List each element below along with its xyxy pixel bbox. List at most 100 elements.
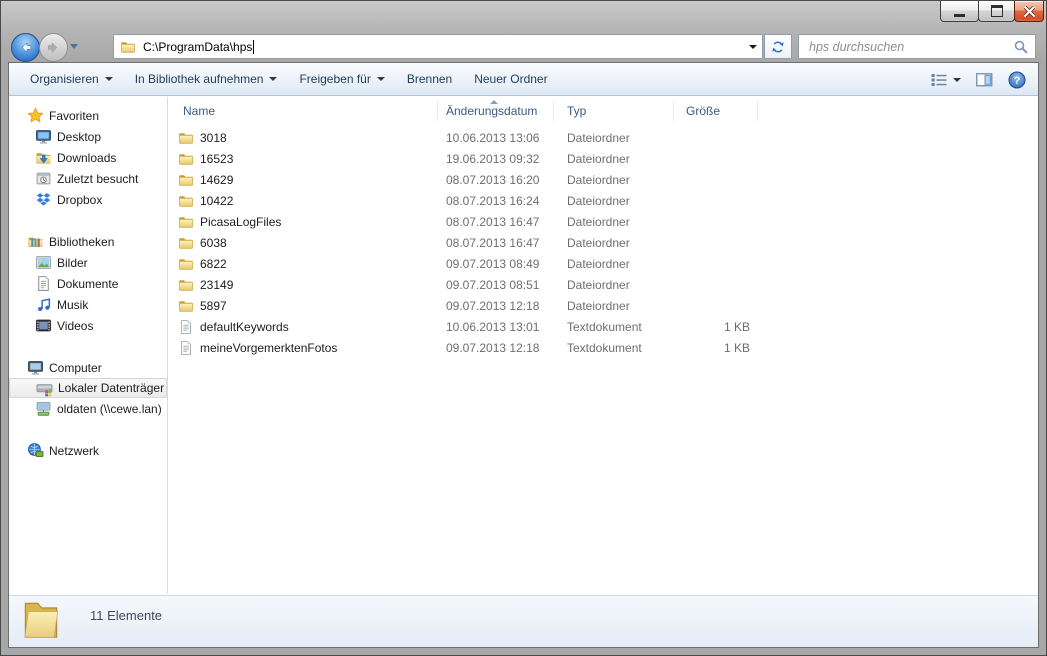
column-resize-handle[interactable] (553, 101, 554, 121)
minimize-button[interactable] (940, 1, 979, 22)
file-row[interactable]: defaultKeywords 10.06.2013 13:01 Textdok… (168, 316, 1038, 337)
recent-pages-chevron[interactable] (70, 44, 78, 49)
file-row[interactable]: 16523 19.06.2013 09:32 Dateiordner (168, 148, 1038, 169)
file-name: 10422 (200, 193, 234, 208)
libraries-icon (27, 233, 44, 250)
file-type: Dateiordner (567, 277, 630, 292)
file-name: 16523 (200, 151, 234, 166)
sidebar-section: Favoriten Desktop Downloads Zuletzt besu… (9, 105, 167, 210)
file-date-modified: 10.06.2013 13:06 (446, 130, 540, 145)
folder-icon (178, 214, 194, 230)
help-button[interactable]: ? (1008, 71, 1026, 89)
toolbar-item-label: Brennen (406, 72, 453, 86)
sidebar-label: Dokumente (57, 276, 119, 291)
sidebar-section-header[interactable]: Computer (9, 357, 167, 378)
folder-icon (178, 256, 194, 272)
sidebar-item[interactable]: Zuletzt besucht (9, 168, 167, 189)
browser-pane: Favoriten Desktop Downloads Zuletzt besu… (9, 97, 1038, 594)
file-row[interactable]: 14629 08.07.2013 16:20 Dateiordner (168, 169, 1038, 190)
address-dropdown-button[interactable] (744, 35, 762, 58)
sidebar-label: Downloads (57, 150, 117, 165)
title-bar[interactable] (1, 1, 1046, 29)
sidebar-item[interactable]: Dropbox (9, 189, 167, 210)
folder-icon (178, 151, 194, 167)
file-name: defaultKeywords (200, 319, 289, 334)
file-type: Textdokument (567, 340, 642, 355)
column-header[interactable]: Größe (686, 97, 754, 125)
recent-places-icon (35, 170, 52, 187)
toolbar-item[interactable]: Neuer Ordner (463, 67, 558, 91)
sidebar-item[interactable]: Downloads (9, 147, 167, 168)
sidebar-item[interactable]: Bilder (9, 252, 167, 273)
file-row[interactable]: 3018 10.06.2013 13:06 Dateiordner (168, 127, 1038, 148)
file-row[interactable]: 6038 08.07.2013 16:47 Dateiordner (168, 232, 1038, 253)
address-path: C:\ProgramData\hps (143, 39, 253, 54)
file-size: 1 KB (723, 340, 750, 355)
command-bar: Organisieren In Bibliothek aufnehmen Fre… (9, 63, 1038, 96)
help-icon: ? (1008, 71, 1026, 88)
file-row[interactable]: PicasaLogFiles 08.07.2013 16:47 Dateiord… (168, 211, 1038, 232)
search-input[interactable] (799, 35, 1035, 58)
toolbar-item[interactable]: In Bibliothek aufnehmen (124, 67, 289, 91)
sidebar-item[interactable]: Videos (9, 315, 167, 336)
column-resize-handle[interactable] (673, 101, 674, 121)
sidebar-section-header[interactable]: Netzwerk (9, 440, 167, 461)
back-arrow-icon (21, 42, 31, 53)
computer-icon (27, 359, 44, 376)
pictures-icon (35, 254, 52, 271)
sidebar-item[interactable]: oldaten (\\cewe.lan) (9, 398, 167, 419)
sidebar-item[interactable]: Musik (9, 294, 167, 315)
window-content: Organisieren In Bibliothek aufnehmen Fre… (8, 62, 1039, 648)
file-name: 6822 (200, 256, 227, 271)
column-header[interactable]: Typ (567, 97, 670, 125)
file-row[interactable]: 23149 09.07.2013 08:51 Dateiordner (168, 274, 1038, 295)
toolbar-item-label: Organisieren (30, 72, 99, 86)
file-name: 6038 (200, 235, 227, 250)
file-type: Dateiordner (567, 130, 630, 145)
chevron-down-icon (953, 77, 961, 82)
maximize-button[interactable] (978, 1, 1015, 22)
file-list: 3018 10.06.2013 13:06 Dateiordner 16523 … (168, 125, 1038, 358)
file-type: Dateiordner (567, 172, 630, 187)
local-disk-icon (36, 380, 53, 397)
folder-icon (178, 298, 194, 314)
sidebar-section-header[interactable]: Bibliotheken (9, 231, 167, 252)
sidebar-item[interactable]: Dokumente (9, 273, 167, 294)
file-row[interactable]: meineVorgemerktenFotos 09.07.2013 12:18 … (168, 337, 1038, 358)
toolbar-item[interactable]: Freigeben für (288, 67, 395, 91)
big-folder-icon (18, 598, 64, 644)
file-name: PicasaLogFiles (200, 214, 282, 229)
preview-pane-button[interactable] (976, 72, 993, 87)
folder-icon (178, 277, 194, 293)
views-button[interactable] (931, 73, 961, 87)
column-header[interactable]: Name (183, 97, 433, 125)
toolbar-item[interactable]: Brennen (396, 67, 463, 91)
chevron-down-icon (376, 77, 385, 81)
item-count: 11 Elemente (90, 608, 163, 623)
column-header-label: Name (183, 104, 216, 118)
column-header[interactable]: Änderungsdatum (446, 97, 550, 125)
sidebar-section: Netzwerk (9, 440, 167, 461)
search-icon[interactable] (1013, 39, 1029, 55)
sidebar-item[interactable]: Desktop (9, 126, 167, 147)
address-bar[interactable]: C:\ProgramData\hps (113, 34, 763, 59)
toolbar-item[interactable]: Organisieren (19, 67, 124, 91)
column-resize-handle[interactable] (437, 101, 438, 121)
chevron-down-icon (269, 77, 278, 81)
refresh-button[interactable] (764, 34, 792, 59)
toolbar-item-label: Freigeben für (299, 72, 371, 86)
column-resize-handle[interactable] (757, 101, 758, 121)
network-icon (27, 442, 44, 459)
file-row[interactable]: 5897 09.07.2013 12:18 Dateiordner (168, 295, 1038, 316)
sidebar-section-header[interactable]: Favoriten (9, 105, 167, 126)
close-button[interactable] (1014, 1, 1044, 22)
views-icon (931, 73, 947, 86)
back-button[interactable] (11, 33, 40, 62)
forward-button[interactable] (39, 33, 68, 62)
file-type: Dateiordner (567, 151, 630, 166)
sidebar-item[interactable]: Lokaler Datenträger (9, 378, 167, 398)
sidebar-label: oldaten (\\cewe.lan) (57, 401, 162, 416)
file-row[interactable]: 6822 09.07.2013 08:49 Dateiordner (168, 253, 1038, 274)
file-size: 1 KB (723, 319, 750, 334)
file-row[interactable]: 10422 08.07.2013 16:24 Dateiordner (168, 190, 1038, 211)
